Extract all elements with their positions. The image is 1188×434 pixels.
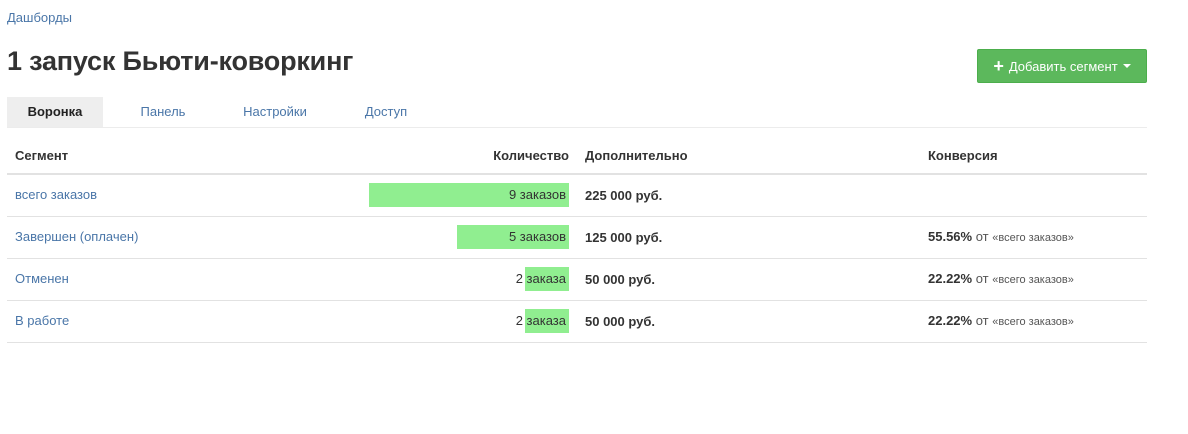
header-extra: Дополнительно: [585, 148, 688, 163]
count-value: 2 заказа: [515, 313, 566, 328]
conversion-reference: «всего заказов»: [992, 232, 1074, 244]
conversion-cell: 22.22% от «всего заказов»: [928, 313, 1074, 328]
table-header: Сегмент Количество Дополнительно Конверс…: [7, 137, 1147, 175]
header-conversion: Конверсия: [928, 148, 998, 163]
conversion-cell: 55.56% от «всего заказов»: [928, 229, 1074, 244]
breadcrumb-dashboards[interactable]: Дашборды: [7, 10, 72, 25]
count-cell: 2 заказа: [329, 309, 569, 333]
count-value: 5 заказов: [508, 229, 566, 244]
table-row: Завершен (оплачен) 5 заказов 125 000 руб…: [7, 217, 1147, 259]
conversion-reference: «всего заказов»: [992, 274, 1074, 286]
count-cell: 5 заказов: [329, 225, 569, 249]
caret-down-icon: [1122, 64, 1131, 68]
conversion-of-label: от: [975, 271, 989, 286]
add-segment-label: Добавить сегмент: [1008, 58, 1118, 74]
segment-link[interactable]: всего заказов: [15, 187, 97, 202]
count-cell: 9 заказов: [329, 183, 569, 207]
tab-panel[interactable]: Панель: [127, 97, 199, 127]
count-cell: 2 заказа: [329, 267, 569, 291]
conversion-percent: 22.22%: [928, 271, 973, 286]
conversion-of-label: от: [975, 229, 989, 244]
conversion-percent: 22.22%: [928, 313, 973, 328]
count-value: 2 заказа: [515, 271, 566, 286]
plus-icon: +: [993, 56, 1004, 76]
page-title: 1 запуск Бьюти-коворкинг: [7, 46, 354, 76]
extra-value: 225 000 руб.: [585, 188, 663, 203]
segment-link[interactable]: Отменен: [15, 271, 69, 286]
segments-table: Сегмент Количество Дополнительно Конверс…: [7, 137, 1147, 343]
add-segment-button[interactable]: + Добавить сегмент: [977, 49, 1147, 83]
tab-settings[interactable]: Настройки: [229, 97, 321, 127]
extra-value: 125 000 руб.: [585, 230, 663, 245]
header-segment: Сегмент: [15, 148, 69, 163]
tabs-bar: Воронка Панель Настройки Доступ: [7, 97, 1147, 128]
header-count: Количество: [493, 148, 569, 163]
segment-link[interactable]: В работе: [15, 313, 69, 328]
extra-value: 50 000 руб.: [585, 272, 656, 287]
conversion-percent: 55.56%: [928, 229, 973, 244]
extra-value: 50 000 руб.: [585, 314, 656, 329]
conversion-of-label: от: [975, 313, 989, 328]
segment-link[interactable]: Завершен (оплачен): [15, 229, 138, 244]
conversion-cell: 22.22% от «всего заказов»: [928, 271, 1074, 286]
tab-funnel[interactable]: Воронка: [7, 97, 103, 127]
count-value: 9 заказов: [508, 187, 566, 202]
table-row: всего заказов 9 заказов 225 000 руб.: [7, 175, 1147, 217]
table-row: В работе 2 заказа 50 000 руб. 22.22% от …: [7, 301, 1147, 343]
conversion-reference: «всего заказов»: [992, 316, 1074, 328]
tab-access[interactable]: Доступ: [351, 97, 421, 127]
table-row: Отменен 2 заказа 50 000 руб. 22.22% от «…: [7, 259, 1147, 301]
